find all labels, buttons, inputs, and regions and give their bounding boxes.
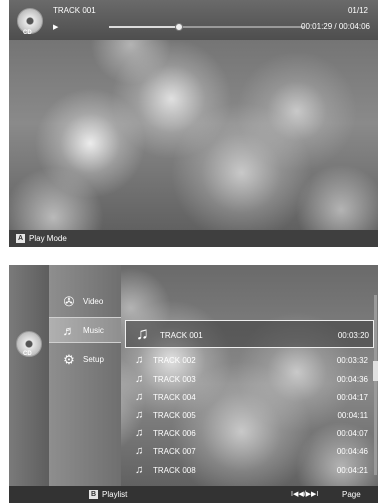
music-note-icon: ♫ xyxy=(135,373,144,385)
track-duration: 00:04:11 xyxy=(337,411,368,420)
progress-bar[interactable] xyxy=(109,23,304,31)
track-counter: 01/12 xyxy=(347,6,368,15)
music-note-icon: ♫ xyxy=(135,354,144,366)
play-icon: ▶ xyxy=(53,24,59,31)
page-skip-icon: I◀◀/▶▶I xyxy=(291,491,319,498)
now-playing-header: CD TRACK 001 01/12 ▶ 00:01:29 / 00:04:06 xyxy=(9,0,378,40)
playlist-label[interactable]: Playlist xyxy=(102,490,127,499)
menu-item-label: Setup xyxy=(83,355,104,364)
play-mode-label[interactable]: Play Mode xyxy=(29,234,67,243)
now-playing-screen: CD TRACK 001 01/12 ▶ 00:01:29 / 00:04:06… xyxy=(9,0,378,247)
track-duration: 00:03:32 xyxy=(336,356,368,365)
menu-item-setup[interactable]: ⚙ Setup xyxy=(49,347,121,373)
track-name: TRACK 002 xyxy=(153,356,196,365)
track-row[interactable]: ♫ TRACK 003 00:04:36 xyxy=(127,371,372,387)
key-b-badge[interactable]: B xyxy=(89,490,98,499)
time-readout: 00:01:29 / 00:04:06 xyxy=(301,22,370,31)
setup-gear-icon: ⚙ xyxy=(63,352,75,367)
cd-disc-label: CD xyxy=(23,351,32,357)
track-name: TRACK 003 xyxy=(153,375,196,384)
now-playing-footer: A Play Mode xyxy=(9,230,378,247)
track-duration: 00:04:46 xyxy=(336,447,368,456)
track-row[interactable]: ♫ TRACK 008 00:04:21 xyxy=(127,462,372,478)
key-a-badge[interactable]: A xyxy=(16,234,25,243)
menu-item-video[interactable]: ✇ Video xyxy=(49,289,121,315)
track-duration: 00:03:20 xyxy=(337,331,369,340)
cd-disc-label: CD xyxy=(23,30,32,36)
track-name: TRACK 004 xyxy=(153,393,196,402)
menu-item-label: Music xyxy=(83,326,104,335)
track-name: TRACK 005 xyxy=(153,411,196,420)
progress-knob[interactable] xyxy=(175,23,184,31)
music-note-icon: ♫ xyxy=(136,324,149,343)
track-name: TRACK 001 xyxy=(160,331,203,340)
track-row[interactable]: ♫ TRACK 006 00:04:07 xyxy=(127,425,372,441)
music-note-icon: ♫ xyxy=(135,427,144,439)
track-duration: 00:04:17 xyxy=(336,393,368,402)
track-name: TRACK 008 xyxy=(153,466,196,475)
track-list: ♫ TRACK 001 00:03:20 ♫ TRACK 002 00:03:3… xyxy=(121,265,378,486)
scrollbar-thumb[interactable] xyxy=(373,361,378,381)
track-row[interactable]: ♫ TRACK 002 00:03:32 xyxy=(127,352,372,368)
now-playing-title: TRACK 001 xyxy=(53,6,96,15)
music-browser-screen: CD ✇ Video ♬ Music ⚙ Setup ♫ TRACK 001 0… xyxy=(9,265,378,503)
scrollbar[interactable] xyxy=(373,295,378,475)
track-name: TRACK 007 xyxy=(153,447,196,456)
menu-item-music[interactable]: ♬ Music xyxy=(49,317,121,343)
music-note-icon: ♬ xyxy=(62,323,76,338)
track-row[interactable]: ♫ TRACK 005 00:04:11 xyxy=(127,407,372,423)
film-reel-icon: ✇ xyxy=(63,294,75,309)
progress-fill xyxy=(109,26,180,28)
track-duration: 00:04:36 xyxy=(336,375,368,384)
main-menu: ✇ Video ♬ Music ⚙ Setup xyxy=(49,265,121,486)
left-strip: CD xyxy=(9,265,49,486)
track-row-selected[interactable]: ♫ TRACK 001 00:03:20 xyxy=(125,320,374,348)
menu-item-label: Video xyxy=(83,297,104,306)
track-row[interactable]: ♫ TRACK 004 00:04:17 xyxy=(127,389,372,405)
music-note-icon: ♫ xyxy=(135,445,144,457)
track-name: TRACK 006 xyxy=(153,429,196,438)
page-label[interactable]: Page xyxy=(342,490,361,499)
music-note-icon: ♫ xyxy=(135,409,144,421)
track-row[interactable]: ♫ TRACK 007 00:04:46 xyxy=(127,443,372,459)
track-duration: 00:04:07 xyxy=(336,429,368,438)
playlist-footer: B Playlist I◀◀/▶▶I Page xyxy=(9,486,378,503)
music-note-icon: ♫ xyxy=(135,391,144,403)
track-duration: 00:04:21 xyxy=(336,466,368,475)
music-note-icon: ♫ xyxy=(135,464,144,476)
